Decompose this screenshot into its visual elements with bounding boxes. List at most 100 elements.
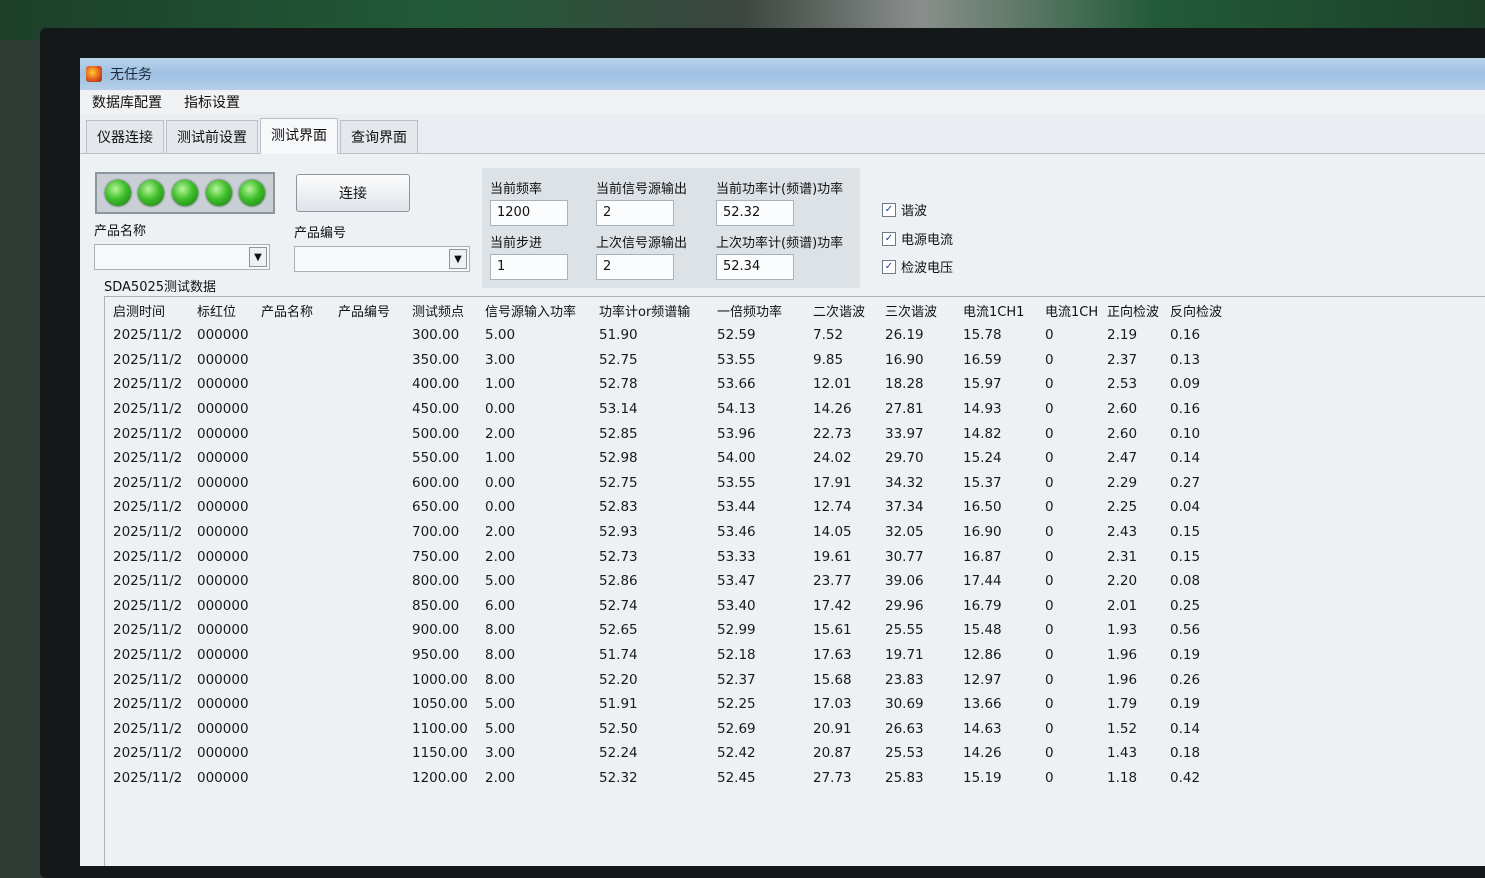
table-row[interactable]: 2025/11/2 000000 600.00 0.00 52.75 53.55 17.91… [105,471,1485,496]
table-cell: 1000.00 [412,671,468,688]
checkbox-checked-icon[interactable]: ✓ [882,231,896,246]
table-row[interactable]: 2025/11/2 000000 750.00 2.00 52.73 53.33 19.61… [105,544,1485,569]
menu-database-config[interactable]: 数据库配置 [90,90,164,114]
chevron-down-icon[interactable]: ▼ [249,247,267,267]
table-cell: 16.87 [963,548,1002,565]
chevron-down-icon[interactable]: ▼ [449,249,467,269]
table-cell: 16.90 [885,351,924,368]
column-header[interactable]: 二次谐波 [805,301,877,320]
checkbox-harmonic[interactable]: ✓ 谐波 [882,200,927,219]
checkbox-supply-current[interactable]: ✓ 电源电流 [882,229,953,248]
table-row[interactable]: 2025/11/2 000000 900.00 8.00 52.65 52.99 15.61… [105,618,1485,643]
table-row[interactable]: 2025/11/2 000000 400.00 1.00 52.78 53.66 12.01… [105,372,1485,397]
column-header[interactable]: 一倍频功率 [709,301,805,320]
table-cell: 52.93 [599,524,638,541]
tab-pre-test-settings[interactable]: 测试前设置 [166,120,258,153]
current-step-field[interactable]: 1 [490,254,568,280]
tab-test-interface[interactable]: 测试界面 [260,118,338,154]
app-window: 无任务 数据库配置 指标设置 仪器连接 测试前设置 测试界面 查询界面 连接 产… [80,58,1485,866]
product-name-select[interactable]: ▼ [94,244,270,270]
table-cell: 52.32 [599,769,638,786]
table-cell: 52.86 [599,573,638,590]
last-power-field[interactable]: 52.34 [716,254,794,280]
column-header[interactable]: 信号源输入功率 [477,301,591,320]
last-source-label: 上次信号源输出 [596,236,688,251]
checkbox-checked-icon[interactable]: ✓ [882,202,896,217]
table-cell: 16.90 [963,524,1002,541]
table-cell: 000000 [197,401,249,418]
menu-indicator-settings[interactable]: 指标设置 [182,90,242,114]
table-cell: 27.81 [885,401,924,418]
current-source-field[interactable]: 2 [596,200,674,226]
checkbox-detector-voltage-label: 检波电压 [901,261,954,276]
table-cell: 13.66 [963,696,1002,713]
table-cell: 52.45 [717,769,756,786]
table-row[interactable]: 2025/11/2 000000 1100.00 5.00 52.50 52.69 20.9… [105,717,1485,742]
column-header[interactable]: 反向检波 [1162,301,1224,320]
table-cell: 0.10 [1170,425,1201,442]
current-freq-field[interactable]: 1200 [490,200,568,226]
table-row[interactable]: 2025/11/2 000000 450.00 0.00 53.14 54.13 14.26… [105,397,1485,422]
table-cell: 26.19 [885,327,924,344]
tab-instrument-connection[interactable]: 仪器连接 [86,120,164,153]
table-cell: 17.44 [963,573,1002,590]
data-grid[interactable]: 启测时间 标红位 产品名称 产品编号 测试频点 信号源输入功率 功率计or频谱输… [104,296,1485,866]
table-row[interactable]: 2025/11/2 000000 350.00 3.00 52.75 53.55 9.85 1… [105,348,1485,373]
checkbox-detector-voltage[interactable]: ✓ 检波电压 [882,257,953,276]
table-cell: 2025/11/2 [113,696,183,713]
column-header[interactable]: 正向检波 [1099,301,1162,320]
product-number-select[interactable]: ▼ [294,246,470,272]
table-cell: 600.00 [412,474,460,491]
column-header[interactable]: 产品名称 [253,301,330,320]
table-cell: 16.79 [963,597,1002,614]
table-cell: 5.00 [485,720,516,737]
tab-strip: 仪器连接 测试前设置 测试界面 查询界面 [80,118,1485,154]
table-cell: 52.42 [717,745,756,762]
table-row[interactable]: 2025/11/2 000000 500.00 2.00 52.85 53.96 22.73… [105,421,1485,446]
table-row[interactable]: 2025/11/2 000000 950.00 8.00 51.74 52.18 17.63… [105,643,1485,668]
table-row[interactable]: 2025/11/2 000000 650.00 0.00 52.83 53.44 12.74… [105,495,1485,520]
table-row[interactable]: 2025/11/2 000000 1200.00 2.00 52.32 52.45 27.7… [105,766,1485,791]
table-row[interactable]: 2025/11/2 000000 550.00 1.00 52.98 54.00 24.02… [105,446,1485,471]
column-header[interactable]: 功率计or频谱输 [591,301,709,320]
table-cell: 19.61 [813,548,852,565]
column-header[interactable]: 电流1CH1 [955,301,1037,320]
table-row[interactable]: 2025/11/2 000000 850.00 6.00 52.74 53.40 17.42… [105,594,1485,619]
current-power-field[interactable]: 52.32 [716,200,794,226]
table-row[interactable]: 2025/11/2 000000 300.00 5.00 51.90 52.59 7.52 2… [105,323,1485,348]
column-header[interactable]: 产品编号 [330,301,404,320]
table-cell: 0.18 [1170,745,1201,762]
grid-body: 2025/11/2 000000 300.00 5.00 51.90 52.59 7.52 2… [105,323,1485,790]
table-cell: 0 [1045,450,1054,467]
table-cell: 24.02 [813,450,852,467]
table-row[interactable]: 2025/11/2 000000 700.00 2.00 52.93 53.46 14.05… [105,520,1485,545]
table-cell: 1.79 [1107,696,1138,713]
checkbox-harmonic-label: 谐波 [901,204,928,219]
table-cell: 2.25 [1107,499,1138,516]
table-cell: 2.19 [1107,327,1138,344]
table-cell: 2.00 [485,548,516,565]
table-row[interactable]: 2025/11/2 000000 800.00 5.00 52.86 53.47 23.77… [105,569,1485,594]
table-cell: 2025/11/2 [113,327,183,344]
column-header[interactable]: 启测时间 [105,301,189,320]
table-cell: 52.18 [717,647,756,664]
column-header[interactable]: 测试频点 [404,301,477,320]
table-row[interactable]: 2025/11/2 000000 1000.00 8.00 52.20 52.37 15.6… [105,667,1485,692]
table-cell: 300.00 [412,327,460,344]
table-cell: 15.61 [813,622,852,639]
table-cell: 1200.00 [412,769,468,786]
column-header[interactable]: 电流1CH [1037,301,1099,320]
table-row[interactable]: 2025/11/2 000000 1150.00 3.00 52.24 52.42 20.8… [105,741,1485,766]
last-source-field[interactable]: 2 [596,254,674,280]
column-header[interactable]: 标红位 [189,301,253,320]
table-cell: 53.44 [717,499,756,516]
connect-button[interactable]: 连接 [296,174,410,212]
column-header[interactable]: 三次谐波 [877,301,955,320]
table-cell: 52.73 [599,548,638,565]
grid-header-row: 启测时间 标红位 产品名称 产品编号 测试频点 信号源输入功率 功率计or频谱输… [105,297,1485,323]
checkbox-checked-icon[interactable]: ✓ [882,259,896,274]
table-cell: 0.16 [1170,327,1201,344]
table-cell: 2.60 [1107,425,1138,442]
table-row[interactable]: 2025/11/2 000000 1050.00 5.00 51.91 52.25 17.0… [105,692,1485,717]
tab-query-interface[interactable]: 查询界面 [340,120,418,153]
